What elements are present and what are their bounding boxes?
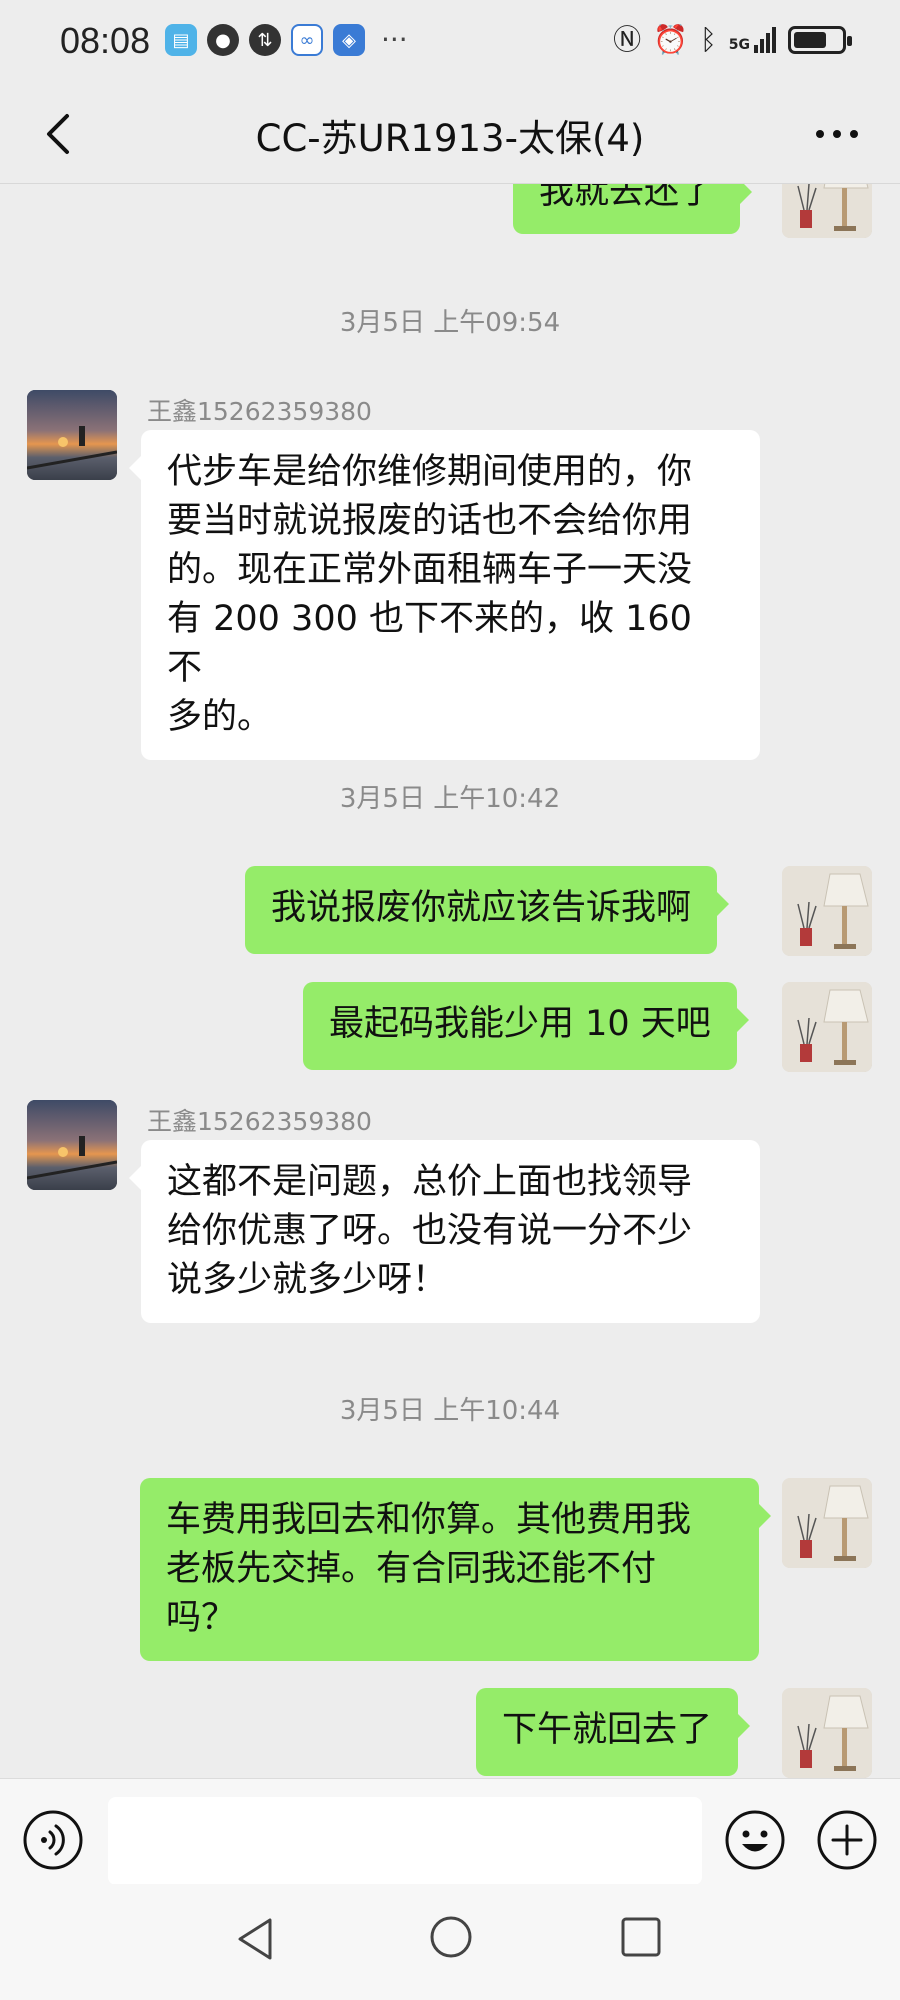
message-bubble-sent[interactable]: 我说报废你就应该告诉我啊 [245,866,730,954]
message-line: 给你优惠了呀。也没有说一分不少 [167,1211,693,1251]
alarm-icon: ⏰ [653,23,688,56]
sender-name: 王鑫15262359380 [147,1107,372,1136]
security-app-icon: ◈ [333,24,365,56]
message-line: 说多少就多少呀！ [167,1260,448,1300]
more-functions-button[interactable] [816,1809,878,1871]
message-line: 吗？ [166,1598,237,1638]
nav-back-button[interactable] [232,1914,282,1964]
chat-title: CC-苏UR1913-太保(4) [255,117,645,160]
input-bar [0,1778,900,1885]
status-right-icons: Ⓝ ⏰ ᛒ 5G [613,22,852,58]
book-app-icon: ▤ [165,24,197,56]
lamp-avatar-icon [782,184,872,238]
message-line: 要当时就说报废的话也不会给你用 [167,501,693,541]
triangle-back-icon [238,1918,272,1960]
cloud-app-icon: ∞ [291,24,323,56]
message-list[interactable]: 我就去还了 3月5日 上午09:54 王鑫15262359380 代步车是给你维… [0,184,900,1778]
message-input[interactable] [108,1797,702,1885]
5g-signal-icon: 5G [729,27,776,53]
message-text: 我说报废你就应该告诉我啊 [271,888,692,928]
lamp-avatar-icon [782,1478,872,1568]
message-text: 最起码我能少用 10 天吧 [329,1004,711,1044]
battery-icon [788,26,852,54]
nav-recents-button[interactable] [618,1914,664,1960]
status-time: 08:08 [60,20,151,61]
message-line: 多的。 [167,697,273,737]
message-bubble-sent[interactable]: 车费用我回去和你算。其他费用我 老板先交掉。有合同我还能不付 吗？ [140,1478,771,1661]
message-text: 我就去还了 [539,184,715,212]
message-bubble-received[interactable]: 代步车是给你维修期间使用的，你 要当时就说报废的话也不会给你用 的。现在正常外面… [129,430,760,760]
message-text: 下午就回去了 [502,1710,713,1750]
message-timestamp: 3月5日 上午10:44 [339,1396,561,1426]
message-timestamp: 3月5日 上午10:42 [339,784,561,814]
sender-name: 王鑫15262359380 [147,397,372,426]
network-label: 5G [728,37,750,53]
message-line: 老板先交掉。有合同我还能不付 [166,1549,657,1589]
circle-home-icon [430,1916,472,1958]
plus-circle-icon [817,1810,877,1870]
voice-icon [23,1810,83,1870]
my-avatar[interactable] [782,982,872,1072]
lamp-avatar-icon [782,1688,872,1778]
message-line: 代步车是给你维修期间使用的，你 [167,452,693,492]
sunset-avatar-icon [27,1100,117,1190]
chat-app-icon: ● [207,24,239,56]
message-timestamp: 3月5日 上午09:54 [339,308,561,338]
bluetooth-icon: ᛒ [699,23,717,56]
status-left-icons: ▤ ● ⇅ ∞ ◈ ··· [165,24,408,56]
message-bubble-received[interactable]: 这都不是问题，总价上面也找领导 给你优惠了呀。也没有说一分不少 说多少就多少呀！ [129,1140,760,1323]
my-avatar[interactable] [782,866,872,956]
more-dots-icon [816,130,858,138]
vpn-app-icon: ⇅ [249,24,281,56]
smiley-icon [725,1810,785,1870]
message-bubble-sent[interactable]: 最起码我能少用 10 天吧 [303,982,749,1070]
contact-avatar[interactable] [27,390,117,480]
square-recents-icon [621,1917,661,1957]
status-more-icon: ··· [381,23,408,56]
voice-input-button[interactable] [22,1809,84,1871]
message-line: 这都不是问题，总价上面也找领导 [167,1162,693,1202]
emoji-button[interactable] [724,1809,786,1871]
message-line: 有 200 300 也下不来的，收 160 不 [167,599,692,688]
nav-home-button[interactable] [428,1914,474,1960]
system-nav-bar [0,1884,900,2000]
nfc-icon: Ⓝ [613,23,642,56]
lamp-avatar-icon [782,982,872,1072]
message-line: 车费用我回去和你算。其他费用我 [166,1500,692,1540]
status-bar: 08:08 ▤ ● ⇅ ∞ ◈ ··· Ⓝ ⏰ ᛒ 5G [0,0,900,84]
lamp-avatar-icon [782,866,872,956]
more-options-button[interactable] [804,106,870,162]
message-bubble-sent[interactable]: 下午就回去了 [476,1688,751,1776]
my-avatar[interactable] [782,1478,872,1568]
my-avatar[interactable] [782,1688,872,1778]
message-line: 的。现在正常外面租辆车子一天没 [167,550,693,590]
chat-header: CC-苏UR1913-太保(4) [0,84,900,184]
my-avatar[interactable] [782,184,872,238]
contact-avatar[interactable] [27,1100,117,1190]
message-bubble-sent[interactable]: 我就去还了 [513,184,753,234]
sunset-avatar-icon [27,390,117,480]
